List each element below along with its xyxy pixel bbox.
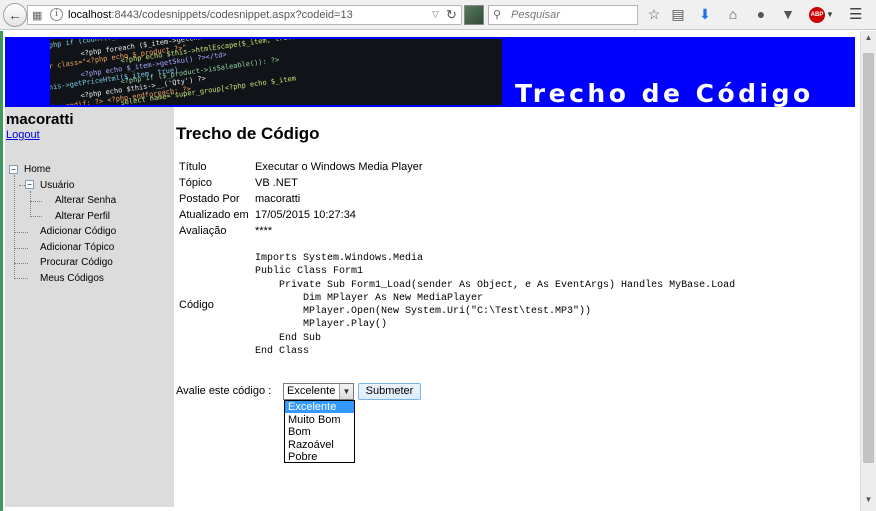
scroll-thumb[interactable] (863, 53, 874, 463)
grid-icon[interactable]: ▦ (32, 9, 42, 22)
chat-icon[interactable]: ● (752, 6, 770, 22)
home-icon[interactable]: ⌂ (724, 6, 742, 22)
rating-select[interactable]: Excelente ▼ (283, 383, 354, 400)
bookmark-star-icon[interactable]: ☆ (645, 6, 663, 23)
tree-line (14, 263, 28, 264)
tree-line (14, 175, 15, 277)
atualizado-value: 17/05/2015 10:27:34 (255, 209, 356, 221)
collapse-icon[interactable]: − (25, 180, 34, 189)
chevron-down-icon[interactable]: ▼ (826, 10, 834, 19)
rating-dropdown-list: Excelente Muito Bom Bom Razoável Pobre (284, 400, 355, 463)
vertical-scrollbar[interactable]: ▲ ▼ (860, 31, 876, 511)
url-text[interactable]: localhost:8443/codesnippets/codesnippet.… (68, 9, 353, 21)
pocket-icon[interactable]: ▼ (779, 6, 797, 22)
tree-item-adicionar-codigo[interactable]: Adicionar Código (40, 226, 116, 237)
avaliacao-value: **** (255, 225, 273, 237)
rating-option[interactable]: Muito Bom (285, 414, 354, 426)
chevron-down-icon[interactable]: ▽ (432, 9, 439, 20)
postado-label: Postado Por (179, 193, 240, 205)
site-banner: <?php if (count($_associatedProducts)): … (5, 37, 855, 108)
info-icon[interactable]: i (50, 8, 63, 21)
titulo-value: Executar o Windows Media Player (255, 161, 423, 173)
sidebar: macoratti Logout − Home − Usuário Altera… (5, 107, 174, 507)
tree-item-alterar-senha[interactable]: Alterar Senha (55, 195, 116, 206)
tree-line (30, 201, 42, 202)
rating-option[interactable]: Bom (285, 426, 354, 438)
postado-value: macoratti (255, 193, 301, 205)
window-border (0, 31, 3, 511)
submit-button[interactable]: Submeter (358, 383, 421, 400)
collapse-icon[interactable]: − (9, 165, 18, 174)
titulo-label: Título (179, 161, 207, 173)
code-snippet: Imports System.Windows.Media Public Clas… (255, 253, 736, 358)
tree-line (14, 232, 28, 233)
address-bar[interactable]: ▦ i localhost:8443/codesnippets/codesnip… (27, 5, 462, 25)
tree-item-usuario[interactable]: Usuário (40, 180, 74, 191)
logout-link[interactable]: Logout (6, 129, 40, 141)
tree-line (14, 248, 28, 249)
back-arrow-icon[interactable]: ← (3, 3, 27, 27)
tree-item-meus-codigos[interactable]: Meus Códigos (40, 273, 104, 284)
hamburger-menu-icon[interactable]: ☰ (849, 5, 862, 23)
chevron-down-icon[interactable]: ▼ (339, 384, 353, 399)
scroll-up-icon[interactable]: ▲ (861, 33, 876, 42)
search-bar[interactable]: ⚲ Pesquisar (488, 5, 638, 25)
adblock-icon[interactable]: ABP (809, 7, 825, 23)
avaliacao-label: Avaliação (179, 225, 227, 237)
codigo-label: Código (179, 299, 214, 311)
scroll-down-icon[interactable]: ▼ (861, 495, 876, 504)
code-banner-image: <?php if (count($_associatedProducts)): … (50, 39, 502, 105)
search-icon: ⚲ (493, 9, 502, 21)
rating-label: Avalie este código : (176, 385, 272, 397)
tree-line (30, 216, 42, 217)
topico-value: VB .NET (255, 177, 298, 189)
reload-icon[interactable]: ↻ (446, 7, 457, 23)
tree-item-home[interactable]: Home (24, 164, 51, 175)
topico-label: Tópico (179, 177, 213, 189)
page-title: Trecho de Código (176, 124, 320, 143)
reading-list-icon[interactable]: ▤ (669, 6, 687, 23)
username: macoratti (6, 111, 74, 128)
tree-item-procurar-codigo[interactable]: Procurar Código (40, 257, 113, 268)
tree-line (14, 278, 28, 279)
url-host: localhost (68, 9, 112, 21)
tree-line (30, 191, 31, 217)
atualizado-label: Atualizado em (179, 209, 249, 221)
tree-item-adicionar-topico[interactable]: Adicionar Tópico (40, 242, 114, 253)
download-icon[interactable]: ⬇ (696, 6, 714, 23)
tree-item-alterar-perfil[interactable]: Alterar Perfil (55, 211, 110, 222)
url-path: :8443/codesnippets/codesnippet.aspx?code… (111, 9, 353, 21)
browser-toolbar: ← ▦ i localhost:8443/codesnippets/codesn… (0, 0, 876, 30)
rating-selected-value: Excelente (287, 385, 336, 397)
rating-option[interactable]: Razoável (285, 439, 354, 451)
search-placeholder: Pesquisar (511, 9, 560, 21)
banner-title: Trecho de Código (515, 79, 814, 108)
rating-option[interactable]: Excelente (285, 401, 354, 413)
extension-thumbnail-icon[interactable] (464, 5, 484, 25)
rating-option[interactable]: Pobre (285, 451, 354, 463)
